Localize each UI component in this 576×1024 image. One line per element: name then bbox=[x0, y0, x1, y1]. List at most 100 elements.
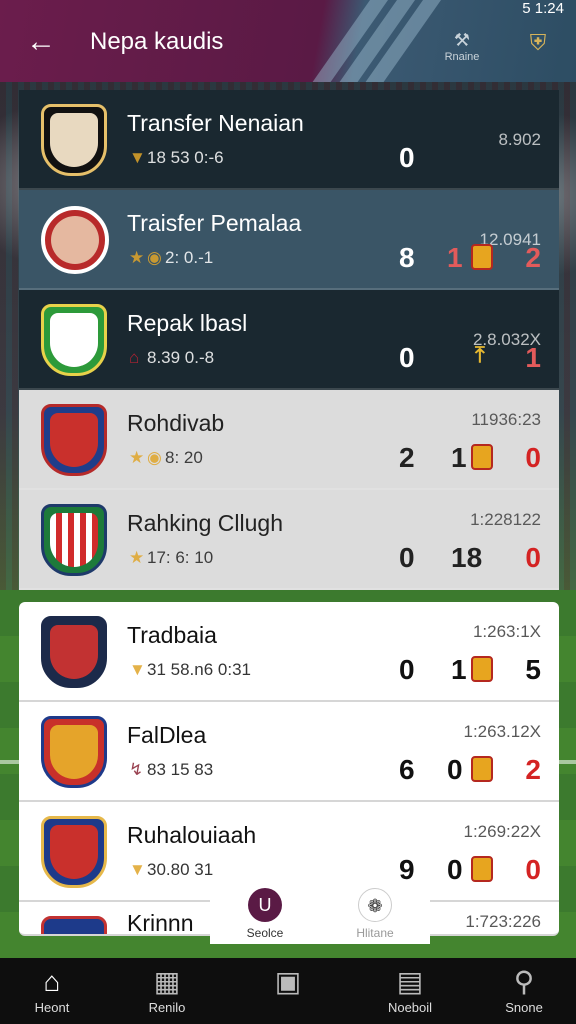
floating-tabs: U Seolce ❁ Hlitane bbox=[210, 884, 430, 944]
book-icon: ▣ bbox=[274, 966, 302, 997]
list-item[interactable]: FalDlea ↯ 83 15 83 1:263.12X 6 0 2 bbox=[19, 702, 559, 802]
club-name: Transfer Nenaian bbox=[127, 110, 304, 136]
app-header: ← Nepa kaudis 5 1:24 ⚒ Rnaine ⛨ bbox=[0, 0, 576, 82]
club-time: 8.902 bbox=[498, 130, 541, 149]
club-crest-icon bbox=[41, 104, 107, 176]
score-value: 8 bbox=[399, 242, 415, 273]
nav-item-book[interactable]: ▣ bbox=[238, 964, 338, 1000]
list-item[interactable]: Traisfer Pemalaa ★ ◉ 2: 0.-1 12.0941 8 1 2 bbox=[19, 190, 559, 290]
star-icon: ★ bbox=[129, 248, 145, 267]
arrow-down-icon: ▼ bbox=[129, 860, 146, 879]
trophy-badge-icon bbox=[471, 856, 493, 882]
club-time: 1:228122 bbox=[470, 510, 541, 529]
club-name: Traisfer Pemalaa bbox=[127, 210, 302, 236]
score-value: 5 bbox=[525, 654, 541, 685]
trend-icon: ↯ bbox=[129, 760, 144, 779]
trophy-badge-icon bbox=[471, 756, 493, 782]
score-value: 1 bbox=[525, 342, 541, 373]
star-icon: ★ bbox=[129, 448, 145, 467]
tab-label: Hlitane bbox=[356, 926, 394, 940]
club-name: Krinnn bbox=[127, 910, 194, 936]
club-meta: ★ ◉ 2: 0.-1 bbox=[129, 248, 214, 267]
list-item[interactable]: Tradbaia ▼31 58.n6 0:31 1:263:1X 0 1 5 bbox=[19, 602, 559, 702]
club-list: Transfer Nenaian ▼18 53 0:-6 8.902 0 Tra… bbox=[19, 90, 559, 936]
club-meta: ▼18 53 0:-6 bbox=[129, 148, 224, 167]
status-bar-time: 5 1:24 bbox=[522, 0, 564, 17]
player-avatar bbox=[41, 616, 107, 688]
search-icon: ⚲ bbox=[513, 966, 535, 997]
club-meta: ▼31 58.n6 0:31 bbox=[129, 660, 251, 679]
score-value: 0 bbox=[447, 854, 463, 885]
club-time: 1:269:22X bbox=[463, 822, 541, 841]
club-name: Rohdivab bbox=[127, 410, 225, 436]
tab-seolce[interactable]: U Seolce bbox=[220, 888, 310, 940]
arrow-up-icon: ⤒ bbox=[475, 342, 485, 367]
club-name: Repak lbasl bbox=[127, 310, 248, 336]
home-icon: ⌂ bbox=[43, 966, 61, 997]
score-value: 0 bbox=[399, 342, 415, 373]
club-crest-icon bbox=[41, 716, 107, 788]
arrow-down-icon: ▼ bbox=[129, 660, 146, 679]
club-meta: ⌂ 8.39 0.-8 bbox=[129, 348, 215, 367]
trophy-badge-icon bbox=[471, 244, 493, 270]
star-icon: ★ bbox=[129, 548, 145, 567]
club-time: 1:263:1X bbox=[472, 622, 541, 641]
score-value: 6 bbox=[399, 754, 415, 785]
score-value: 0 bbox=[447, 754, 463, 785]
tab-label: Seolce bbox=[246, 926, 284, 940]
score-value: 1 bbox=[451, 442, 467, 473]
score-value: 0 bbox=[399, 654, 415, 685]
list-item[interactable]: Transfer Nenaian ▼18 53 0:-6 8.902 0 bbox=[19, 90, 559, 190]
club-meta: ▼30.80 31 bbox=[129, 860, 214, 879]
nav-label: Snone bbox=[505, 1000, 543, 1015]
ranking-icon-label: Rnaine bbox=[444, 51, 480, 63]
club-crest-icon bbox=[41, 916, 107, 934]
club-time: 11936:23 bbox=[471, 410, 541, 429]
list-item[interactable]: Rahking Cllugh ★ 17: 6: 10 1:228122 0 18 … bbox=[19, 490, 559, 590]
leaf-icon: ❁ bbox=[358, 888, 392, 922]
back-arrow-icon[interactable]: ← bbox=[26, 24, 62, 60]
box-icon: ▦ bbox=[153, 966, 181, 997]
score-value: 0 bbox=[399, 142, 415, 173]
club-meta: ★ ◉ 8: 20 bbox=[129, 448, 203, 467]
trophy-badge-icon bbox=[471, 444, 493, 470]
score-value: 1 bbox=[447, 242, 463, 273]
nav-item-renilo[interactable]: ▦ Renilo bbox=[117, 964, 217, 1015]
club-crest-icon bbox=[41, 816, 107, 888]
nav-item-home[interactable]: ⌂ Heont bbox=[2, 964, 102, 1015]
club-time: 1:723:226 bbox=[465, 912, 541, 931]
page-title: Nepa kaudis bbox=[90, 28, 224, 55]
club-meta: ↯ 83 15 83 bbox=[129, 760, 214, 779]
coin-icon: ◉ bbox=[147, 248, 162, 267]
score-value: 0 bbox=[399, 542, 415, 573]
score-value: 0 bbox=[525, 854, 541, 885]
score-value: 2 bbox=[525, 242, 541, 273]
score-value: 0 bbox=[525, 542, 541, 573]
coin-icon: ◉ bbox=[147, 448, 162, 467]
club-crest-icon bbox=[41, 504, 107, 576]
list-item[interactable]: Rohdivab ★ ◉ 8: 20 11936:23 2 1 0 bbox=[19, 390, 559, 490]
score-value: 18 bbox=[451, 542, 483, 573]
score-value: 9 bbox=[399, 854, 415, 885]
club-crest-icon bbox=[41, 304, 107, 376]
ranking-icon[interactable]: ⚒ Rnaine bbox=[442, 30, 482, 70]
nav-label: Noeboil bbox=[387, 1000, 433, 1015]
club-meta: ★ 17: 6: 10 bbox=[129, 548, 214, 567]
nav-item-noeboil[interactable]: ▤ Noeboil bbox=[360, 964, 460, 1015]
club-name: Rahking Cllugh bbox=[127, 510, 283, 536]
score-value: 2 bbox=[399, 442, 415, 473]
nav-item-snone[interactable]: ⚲ Snone bbox=[474, 964, 574, 1015]
score-value: 1 bbox=[451, 654, 467, 685]
shield-icon[interactable]: ⛨ bbox=[518, 30, 558, 70]
score-value: 2 bbox=[525, 754, 541, 785]
player-avatar bbox=[41, 206, 109, 274]
home-icon: ⌂ bbox=[129, 348, 140, 367]
arrow-icon: ▼ bbox=[129, 148, 146, 167]
tab-hlitane[interactable]: ❁ Hlitane bbox=[330, 888, 420, 940]
window-icon: ▤ bbox=[396, 966, 424, 997]
u-logo-icon: U bbox=[248, 888, 282, 922]
club-name: Ruhalouiaah bbox=[127, 822, 257, 848]
score-value: 0 bbox=[525, 442, 541, 473]
club-crest-icon bbox=[41, 404, 107, 476]
list-item[interactable]: Repak lbasl ⌂ 8.39 0.-8 2.8.032X 0 ⤒ 1 bbox=[19, 290, 559, 390]
